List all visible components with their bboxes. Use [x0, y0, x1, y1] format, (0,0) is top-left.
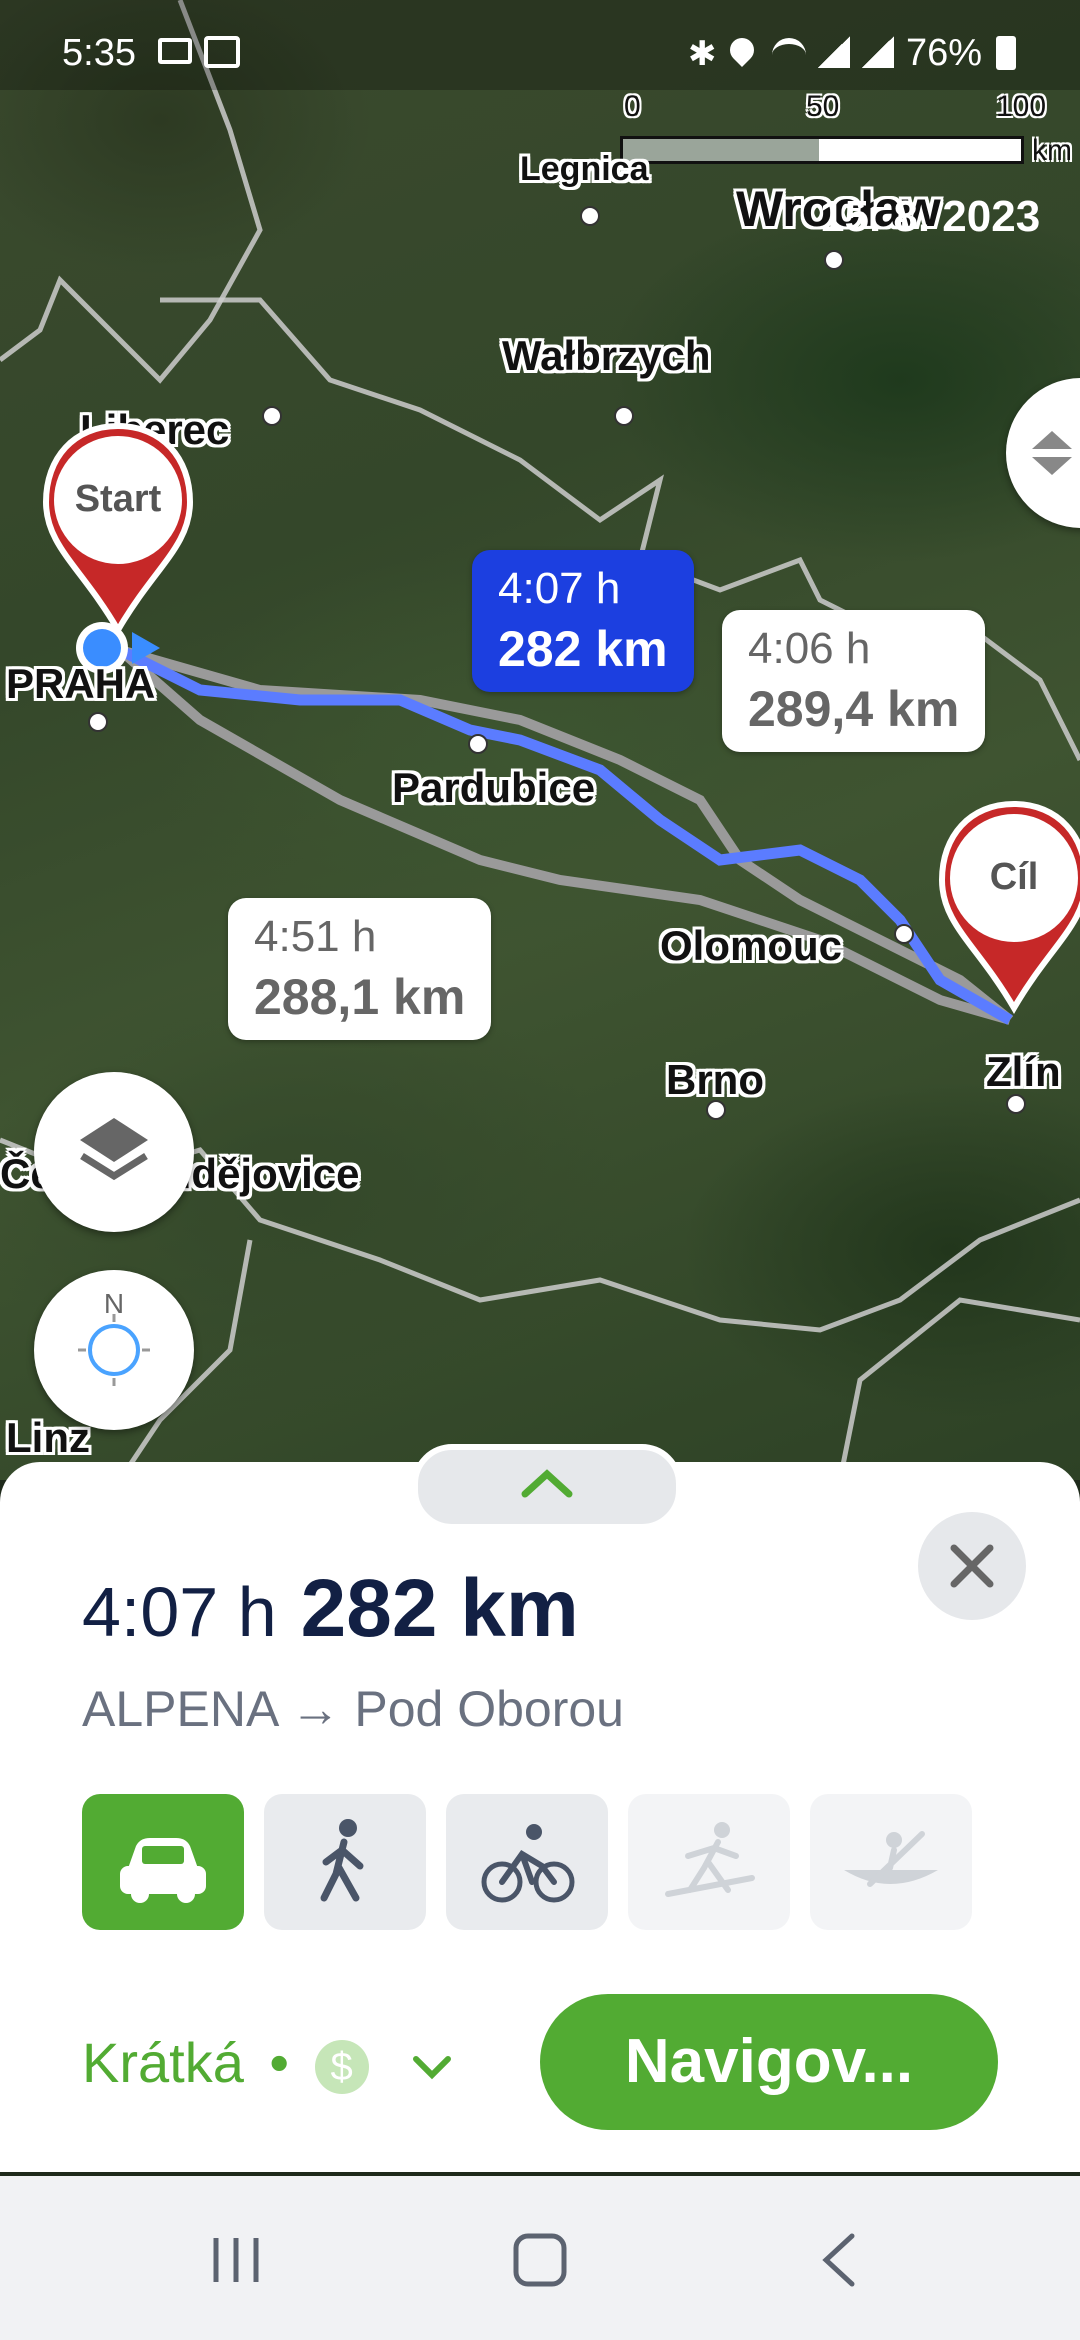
city-dot [1006, 1094, 1026, 1114]
system-nav-bar [0, 2176, 1080, 2340]
map-date: 15. 8. 2023 [820, 192, 1041, 241]
city-dot [468, 734, 488, 754]
city-label: Olomouc [660, 922, 843, 969]
separator-dot: • [269, 2031, 290, 2094]
city-dot [88, 712, 108, 732]
chevron-down-icon [413, 2056, 452, 2080]
battery-percent: 76% [906, 32, 983, 74]
route-time: 4:51 h [254, 912, 377, 961]
city-label: Brno [666, 1056, 764, 1103]
scale-unit: km [1032, 134, 1072, 167]
city-label: PRAHA [6, 660, 156, 707]
city-dot [706, 1100, 726, 1120]
bluetooth-icon: ✱ [688, 35, 717, 73]
map-pin-icon [42, 422, 194, 636]
close-icon [950, 1544, 994, 1588]
route-distance: 288,1 km [254, 969, 466, 1025]
walking-icon [320, 1819, 364, 1902]
route-time: 4:06 h [748, 624, 871, 673]
city-dot [262, 406, 282, 426]
status-bar: 5:35 ✱ 76% [0, 0, 1080, 90]
city-dot [824, 250, 844, 270]
route-callout-alternative[interactable]: 4:06 h 289,4 km [722, 610, 986, 752]
route-name: ALPENA → Pod Oborou [82, 1681, 624, 1737]
signal-icon [862, 36, 894, 68]
signal-icon [818, 36, 850, 68]
route-callout-selected[interactable]: 4:07 h 282 km [472, 550, 694, 692]
gallery-icon [204, 36, 240, 68]
layers-button[interactable] [34, 1072, 194, 1232]
car-icon [120, 1838, 206, 1903]
route-bottom-sheet: 4:07 h 282 km ALPENA → Pod Oborou Krátká… [0, 1444, 1080, 2172]
gmail-icon [158, 38, 192, 64]
route-distance: 282 km [498, 621, 668, 677]
scale-label-100: 100 [996, 90, 1047, 123]
battery-icon [996, 36, 1016, 70]
start-marker-label: Start [74, 478, 162, 520]
route-distance: 289,4 km [748, 681, 960, 737]
city-label: Wałbrzych [502, 332, 711, 379]
crosshair-icon [78, 1314, 150, 1386]
mode-ski-button[interactable] [628, 1794, 790, 1930]
city-dot [894, 924, 914, 944]
city-label: Pardubice [392, 764, 596, 811]
city-label: Zlín [986, 1048, 1061, 1095]
start-marker[interactable]: Start [38, 418, 198, 638]
close-button[interactable] [918, 1512, 1026, 1620]
scale-label-50: 50 [806, 90, 840, 123]
wifi-icon [772, 38, 806, 72]
mode-canoe-button[interactable] [810, 1794, 972, 1930]
chevron-up-icon [521, 1469, 573, 1498]
locate-button[interactable]: N [34, 1270, 194, 1430]
mode-walk-button[interactable] [264, 1794, 426, 1930]
navigate-button[interactable]: Navigov... [540, 1994, 998, 2130]
route-total-distance: 282 km [300, 1563, 579, 1654]
mode-car-button[interactable] [82, 1794, 244, 1930]
route-preference-label: Krátká [82, 2031, 244, 2094]
mode-bike-button[interactable] [446, 1794, 608, 1930]
city-dot [614, 406, 634, 426]
route-preference-dropdown[interactable]: Krátká • $ [82, 2030, 456, 2095]
country-border [837, 1297, 1080, 1480]
route-time: 4:07 h [498, 564, 621, 613]
route-callout-alternative[interactable]: 4:51 h 288,1 km [228, 898, 492, 1040]
layers-icon [80, 1118, 148, 1181]
map-view[interactable]: 5:35 ✱ 76% 0 50 100 km Legnica Wrocław 1… [0, 0, 1080, 1480]
tilt-icon [1032, 431, 1072, 475]
map-pin-icon [938, 800, 1080, 1014]
sheet-expand-handle[interactable] [412, 1444, 682, 1530]
end-marker-label: Cíl [989, 856, 1039, 898]
scale-label-0: 0 [624, 90, 641, 123]
route-total-time: 4:07 h [82, 1573, 277, 1651]
city-dot [580, 206, 600, 226]
dollar-icon: $ [314, 2040, 369, 2095]
route-summary: 4:07 h 282 km [82, 1562, 579, 1656]
recent-apps-icon[interactable] [206, 2230, 266, 2290]
ski-icon [665, 1822, 755, 1897]
cycling-icon [481, 1824, 575, 1903]
status-time: 5:35 [62, 32, 136, 74]
canoe-icon [844, 1831, 938, 1887]
home-icon[interactable] [510, 2230, 570, 2290]
scale-bar [620, 136, 1024, 164]
city-label: Legnica [520, 150, 649, 188]
back-icon[interactable] [812, 2230, 872, 2290]
end-marker[interactable]: Cíl [934, 796, 1080, 1016]
location-icon [725, 33, 759, 67]
